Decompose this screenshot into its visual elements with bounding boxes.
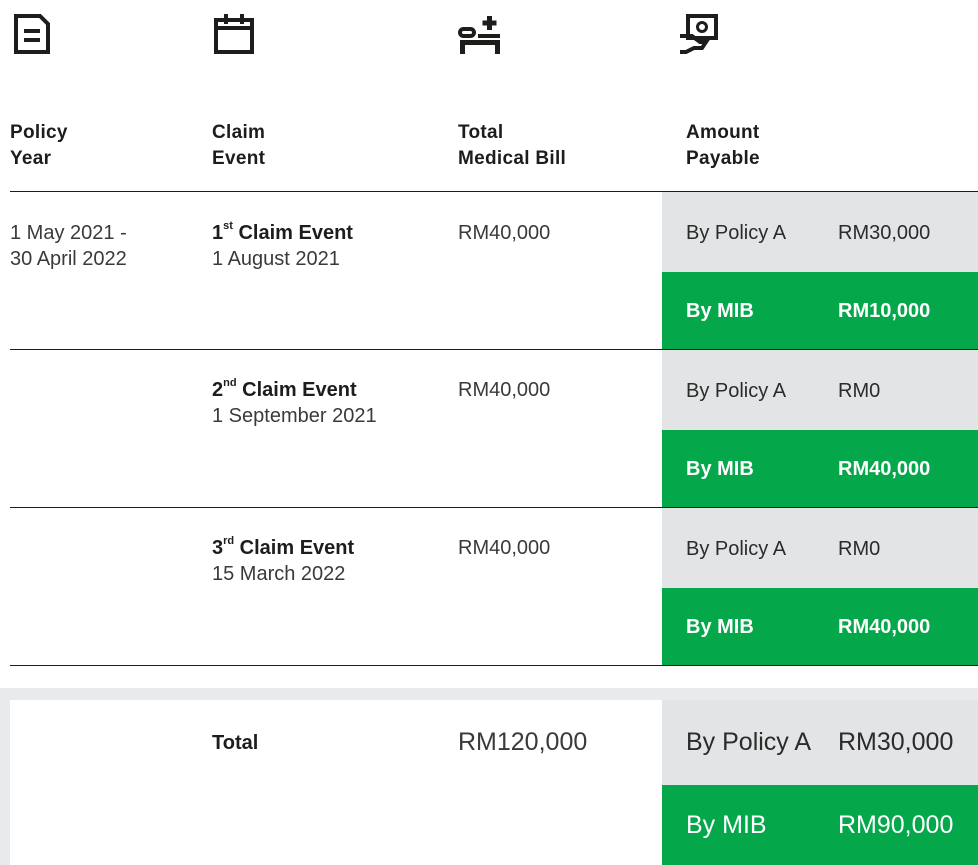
row1-policy-label: By Policy A xyxy=(686,222,787,244)
header-medical-bill-line2: Medical Bill xyxy=(458,148,567,169)
header-medical-bill: Total Medical Bill xyxy=(458,120,566,172)
row2-medical-bill: RM40,000 xyxy=(458,379,551,401)
total-mib-label: By MIB xyxy=(686,811,767,839)
row1-mib-cell: By MIB RM10,000 xyxy=(662,272,978,349)
document-icon xyxy=(10,12,54,56)
row1-mib-label: By MIB xyxy=(686,300,754,322)
row2-mib-label: By MIB xyxy=(686,458,754,480)
total-policy-cell: By Policy A RM30,000 xyxy=(662,700,978,785)
header-amount-payable-line1: Amount xyxy=(686,122,760,143)
row1-policy-amount: RM30,000 xyxy=(838,222,931,244)
row2-event-title: 2nd Claim Event xyxy=(212,377,377,403)
row1-policy-cell: By Policy A RM30,000 xyxy=(662,192,978,272)
header-policy-year-line1: Policy xyxy=(10,122,68,143)
row1-event-number: 1 xyxy=(212,222,224,244)
row3-policy-label: By Policy A xyxy=(686,538,787,560)
header-policy-year: Policy Year xyxy=(10,120,68,172)
row1-event-title: 1st Claim Event xyxy=(212,220,353,246)
row2-mib-cell: By MIB RM40,000 xyxy=(662,430,978,507)
total-mib-amount: RM90,000 xyxy=(838,811,954,839)
row1-mib-amount: RM10,000 xyxy=(838,300,931,322)
row1-event-date: 1 August 2021 xyxy=(212,248,340,270)
row3-event-label: Claim Event xyxy=(234,537,355,559)
header-policy-year-line2: Year xyxy=(10,148,52,169)
row1-medical-bill: RM40,000 xyxy=(458,222,551,244)
row3-event-number: 3 xyxy=(212,537,224,559)
row3-event-suffix: rd xyxy=(223,535,235,548)
calendar-icon xyxy=(212,12,256,56)
total-medical-bill: RM120,000 xyxy=(458,728,588,756)
row3-claim-event: 3rd Claim Event 15 March 2022 xyxy=(212,535,354,587)
total-label: Total xyxy=(212,732,259,754)
header-claim-event-line2: Event xyxy=(212,148,266,169)
total-policy-amount: RM30,000 xyxy=(838,728,954,756)
header-amount-payable: Amount Payable xyxy=(686,120,760,172)
row3-event-date: 15 March 2022 xyxy=(212,563,346,585)
row2-event-date: 1 September 2021 xyxy=(212,405,377,427)
header-claim-event-line1: Claim xyxy=(212,122,266,143)
row2-event-suffix: nd xyxy=(223,377,237,390)
row2-event-label: Claim Event xyxy=(236,379,357,401)
row1-policy-year-line1: 1 May 2021 - xyxy=(10,222,127,244)
row3-mib-label: By MIB xyxy=(686,616,754,638)
total-mib-cell: By MIB RM90,000 xyxy=(662,785,978,865)
row3-divider xyxy=(10,665,978,666)
row2-mib-amount: RM40,000 xyxy=(838,458,931,480)
row2-event-number: 2 xyxy=(212,379,224,401)
row1-policy-year-line2: 30 April 2022 xyxy=(10,248,127,270)
total-policy-label: By Policy A xyxy=(686,728,812,756)
row3-policy-amount: RM0 xyxy=(838,538,881,560)
header-amount-payable-line2: Payable xyxy=(686,148,760,169)
row2-policy-cell: By Policy A RM0 xyxy=(662,350,978,430)
row3-mib-cell: By MIB RM40,000 xyxy=(662,588,978,665)
row1-claim-event: 1st Claim Event 1 August 2021 xyxy=(212,220,353,272)
row2-claim-event: 2nd Claim Event 1 September 2021 xyxy=(212,377,377,429)
row3-event-title: 3rd Claim Event xyxy=(212,535,354,561)
header-medical-bill-line1: Total xyxy=(458,122,504,143)
hospital-bed-icon xyxy=(458,12,502,56)
row2-policy-label: By Policy A xyxy=(686,380,787,402)
row3-mib-amount: RM40,000 xyxy=(838,616,931,638)
payment-hand-icon xyxy=(676,12,720,56)
row3-policy-cell: By Policy A RM0 xyxy=(662,508,978,588)
row1-policy-year: 1 May 2021 - 30 April 2022 xyxy=(10,220,127,272)
row2-policy-amount: RM0 xyxy=(838,380,881,402)
row1-event-label: Claim Event xyxy=(232,222,353,244)
row1-event-suffix: st xyxy=(223,220,233,233)
row3-medical-bill: RM40,000 xyxy=(458,537,551,559)
header-claim-event: Claim Event xyxy=(212,120,265,172)
